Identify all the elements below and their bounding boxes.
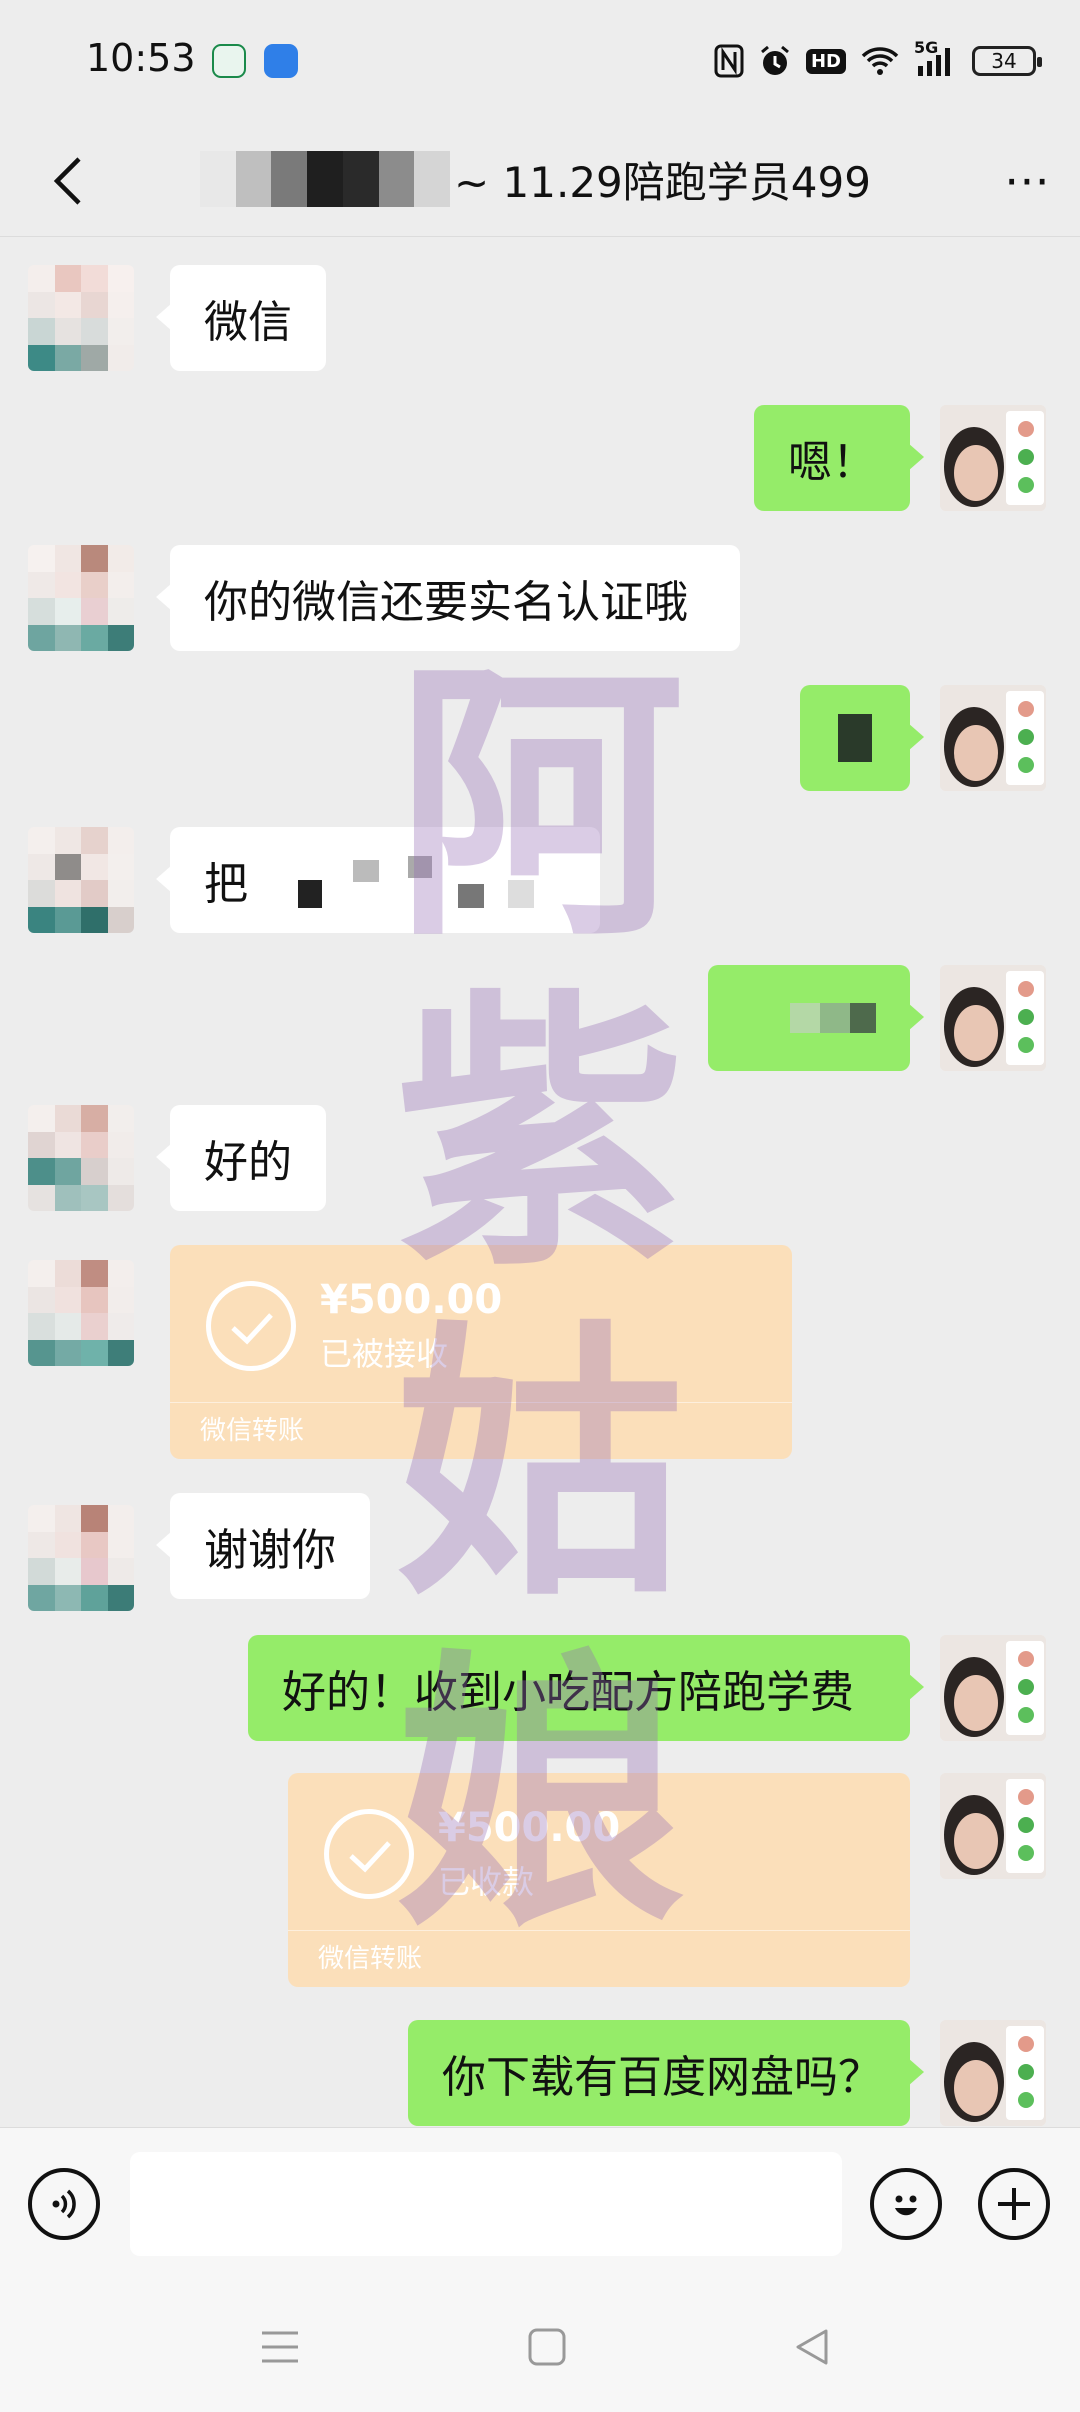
contact-avatar[interactable] xyxy=(28,1505,134,1611)
message-bubble[interactable] xyxy=(708,965,924,1071)
message-text: 你的微信还要实名认证哦 xyxy=(204,577,688,628)
transfer-card[interactable]: ¥500.00 已被接收 微信转账 xyxy=(170,1245,792,1459)
message-text: 嗯！ xyxy=(788,437,876,488)
home-square-icon xyxy=(528,2328,566,2366)
divider xyxy=(170,1402,792,1403)
more-button[interactable]: ⋯ xyxy=(1004,157,1052,203)
my-avatar[interactable] xyxy=(940,965,1046,1071)
app-notification-icon xyxy=(264,44,298,78)
redacted-text xyxy=(790,1003,876,1033)
home-button[interactable] xyxy=(527,2327,567,2367)
message-bubble[interactable]: 好的！收到小吃配方陪跑学费 xyxy=(248,1635,924,1741)
alarm-icon xyxy=(758,44,792,78)
message-bubble[interactable] xyxy=(800,685,924,791)
back-button[interactable] xyxy=(38,151,98,211)
chat-header: ~ 11.29陪跑学员499 ⋯ xyxy=(0,125,1080,237)
network-label: 5G xyxy=(914,38,939,57)
transfer-amount: ¥500.00 xyxy=(438,1805,621,1851)
message-text: 把 xyxy=(204,859,248,910)
redacted-text xyxy=(838,714,872,762)
contact-avatar[interactable] xyxy=(28,1260,134,1366)
contact-avatar[interactable] xyxy=(28,1105,134,1211)
message-bubble[interactable]: 你的微信还要实名认证哦 xyxy=(156,545,740,651)
check-circle-icon xyxy=(206,1281,296,1371)
hd-icon: HD xyxy=(805,48,846,74)
message-text: 微信 xyxy=(204,297,292,348)
plus-icon xyxy=(998,2188,1030,2220)
message-text: 好的 xyxy=(204,1137,292,1188)
transfer-label: 微信转账 xyxy=(318,1944,423,1974)
chat-title: ~ 11.29陪跑学员499 xyxy=(200,149,871,209)
chevron-left-icon xyxy=(53,157,81,205)
menu-icon xyxy=(262,2331,298,2363)
status-bar: 10:53 HD 5G 34 xyxy=(0,0,1080,125)
message-input[interactable] xyxy=(130,2152,842,2256)
message-text: 谢谢你 xyxy=(204,1525,336,1576)
my-avatar[interactable] xyxy=(940,685,1046,791)
system-navigation xyxy=(0,2287,1080,2412)
more-horizontal-icon: ⋯ xyxy=(1004,153,1052,207)
voice-button[interactable] xyxy=(28,2168,100,2240)
contact-avatar[interactable] xyxy=(28,827,134,933)
contact-avatar[interactable] xyxy=(28,265,134,371)
back-triangle-icon xyxy=(796,2329,828,2365)
check-circle-icon xyxy=(324,1809,414,1899)
status-time: 10:53 xyxy=(86,36,196,80)
message-bubble[interactable]: 好的 xyxy=(156,1105,326,1211)
transfer-card[interactable]: ¥500.00 已收款 微信转账 xyxy=(288,1773,910,1987)
nfc-icon xyxy=(714,44,744,78)
message-bubble[interactable]: 嗯！ xyxy=(754,405,924,511)
postal-app-icon xyxy=(212,44,246,78)
emoji-button[interactable] xyxy=(870,2168,942,2240)
input-bar xyxy=(0,2127,1080,2287)
message-bubble[interactable]: 谢谢你 xyxy=(156,1493,370,1599)
my-avatar[interactable] xyxy=(940,1773,1046,1879)
menu-button[interactable] xyxy=(260,2327,300,2367)
contact-avatar[interactable] xyxy=(28,545,134,651)
message-bubble[interactable]: 你下载有百度网盘吗？ xyxy=(408,2020,924,2126)
message-text: 好的！收到小吃配方陪跑学费 xyxy=(282,1667,854,1718)
redacted-text xyxy=(258,850,558,910)
wifi-icon xyxy=(860,45,900,77)
5g-signal-icon: 5G xyxy=(914,38,958,78)
transfer-amount: ¥500.00 xyxy=(320,1277,503,1323)
message-bubble[interactable]: 微信 xyxy=(156,265,326,371)
redacted-name xyxy=(200,151,451,207)
battery-icon: 34 xyxy=(972,46,1042,76)
battery-level: 34 xyxy=(991,49,1017,73)
divider xyxy=(288,1930,910,1931)
my-avatar[interactable] xyxy=(940,405,1046,511)
my-avatar[interactable] xyxy=(940,2020,1046,2126)
transfer-label: 微信转账 xyxy=(200,1416,305,1446)
page-title: ~ 11.29陪跑学员499 xyxy=(454,157,871,207)
more-options-button[interactable] xyxy=(978,2168,1050,2240)
back-nav-button[interactable] xyxy=(792,2327,832,2367)
my-avatar[interactable] xyxy=(940,1635,1046,1741)
transfer-status: 已被接收 xyxy=(320,1335,449,1373)
message-text: 你下载有百度网盘吗？ xyxy=(442,2052,882,2103)
voice-icon xyxy=(52,2189,76,2219)
smile-icon xyxy=(895,2195,917,2216)
message-bubble[interactable]: 把 xyxy=(156,827,600,933)
transfer-status: 已收款 xyxy=(438,1863,535,1901)
